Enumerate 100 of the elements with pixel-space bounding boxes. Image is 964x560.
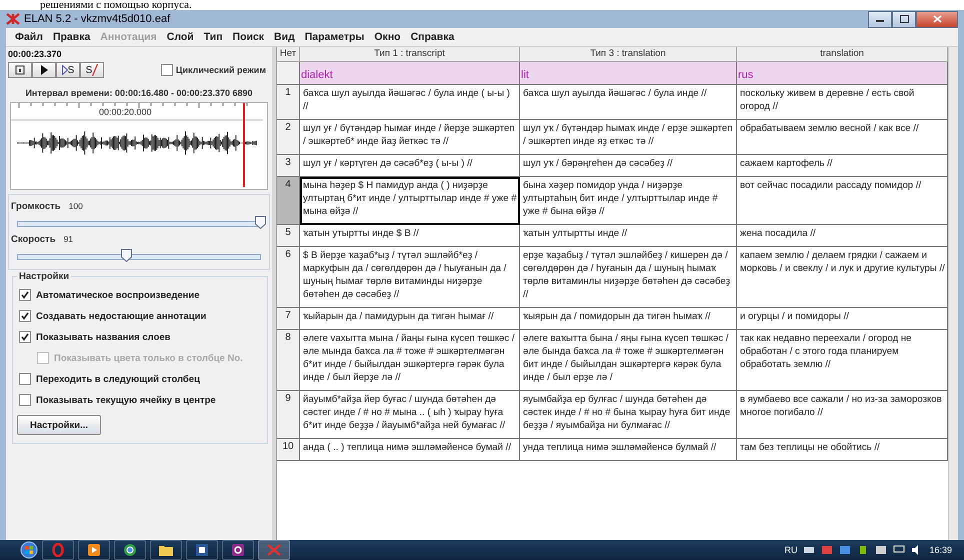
- annotation-cell[interactable]: ерҙе ҡаҙабыҙ / түтәл эшләйбеҙ / кишерен дә / сөгөлдөрөн дә / һуғанын да / шуның һымаҡ төрлө витаминлы ниҙәрҙе бөтәһен дә сәсәбеҙ //: [520, 247, 737, 308]
- tier-name-cell: lit: [520, 62, 737, 85]
- annotation-cell[interactable]: ҡыйарын да / памидурын да тигән һымағ //: [300, 308, 520, 330]
- clear-selection-button[interactable]: S: [80, 62, 104, 78]
- annotation-cell[interactable]: баҡса шул ауылда йәшәгәс / була инде ( ы-ы ) //: [300, 85, 520, 120]
- minimize-button[interactable]: [868, 10, 892, 28]
- corner-cell: [277, 62, 300, 85]
- column-header[interactable]: Тип 3 : translation: [520, 47, 737, 62]
- start-orb-icon[interactable]: [20, 541, 38, 559]
- checkbox[interactable]: [19, 310, 31, 322]
- annotation-cell[interactable]: ҡыярын да / помидорын да тигән һымаҡ //: [520, 308, 737, 330]
- play-button[interactable]: [32, 62, 56, 78]
- column-header[interactable]: Тип 1 : transcript: [300, 47, 520, 62]
- annotation-cell[interactable]: сажаем картофель //: [737, 155, 948, 177]
- close-icon: [932, 15, 942, 23]
- frame-icon: [14, 65, 26, 75]
- slider-thumb[interactable]: [255, 216, 266, 229]
- annotation-cell[interactable]: $ В йерҙе ҡаҙаб*ыҙ / түтәл эшләйб*еҙ / маркуфын да / сөгөлдөрөн дә / һыуғанын да / шуның һымағ төрлө витаминды ниҙәрҙе бөтәһен дә сәсәбеҙ //: [300, 247, 520, 308]
- ruler-time-label: 00:00:20.000: [99, 107, 152, 117]
- slider-value: 91: [64, 234, 74, 244]
- monitor-icon[interactable]: [893, 545, 906, 555]
- menu-item[interactable]: Слой: [162, 31, 199, 43]
- tray-app-icon[interactable]: [839, 545, 852, 555]
- language-indicator[interactable]: RU: [784, 545, 798, 555]
- row-number[interactable]: 9: [277, 391, 300, 439]
- row-number[interactable]: 8: [277, 330, 300, 391]
- annotation-cell[interactable]: шул уҡ / бүтәндәр һымаҡ инде / ерҙе эшкәртеп / эшкәртеп инде яҙ еткәс тә //: [520, 120, 737, 155]
- menu-item[interactable]: Тип: [198, 31, 228, 43]
- taskbar-app-icon[interactable]: [114, 540, 146, 560]
- annotation-cell[interactable]: ҡатын ултыртты инде //: [520, 225, 737, 247]
- menu-item[interactable]: Справка: [406, 31, 460, 43]
- checkbox[interactable]: [19, 289, 31, 301]
- annotation-cell[interactable]: баҡса шул ауылда йәшәгәс / була инде //: [520, 85, 737, 120]
- menu-item[interactable]: Поиск: [228, 31, 270, 43]
- annotation-cell[interactable]: там без теплицы не обойтись //: [737, 439, 948, 461]
- scrollbar[interactable]: [948, 47, 958, 540]
- option-label: Переходить в следующий столбец: [36, 374, 200, 384]
- annotation-cell[interactable]: йауымб*айҙа йер буғас / шунда бөтәһен дә сәстег инде / # но # мына .. ( ыһ ) ҡырау һуға б*ит инде беҙҙә / йауымб*айҙа ней бумағас //: [300, 391, 520, 439]
- row-number[interactable]: 3: [277, 155, 300, 177]
- annotation-cell[interactable]: ҡатын утыртты инде $ В //: [300, 225, 520, 247]
- column-header[interactable]: translation: [737, 47, 948, 62]
- checkbox[interactable]: [19, 331, 31, 343]
- row-number[interactable]: 7: [277, 308, 300, 330]
- menu-item[interactable]: Окно: [369, 31, 406, 43]
- checkbox[interactable]: [160, 64, 173, 76]
- menu-item[interactable]: Правка: [48, 31, 96, 43]
- slider-value: 100: [68, 201, 83, 211]
- slash-icon: [92, 64, 98, 76]
- play-icon: [40, 65, 48, 75]
- current-time: 00:00:23.370: [8, 49, 63, 61]
- annotation-cell[interactable]: шул уҡ / бәрәңгеһен дә сәсәбеҙ //: [520, 155, 737, 177]
- annotation-cell[interactable]: әлеге ваҡытта бына / яңы ғына күсеп төшкәс / әле бында баҡса ла # тоже # эшкәртелмәгән бит инде / быйылдан эшкәртергә кәрәк була инде / был ерҙе лә /: [520, 330, 737, 391]
- annotation-cell[interactable]: әлеге vахытта мына / йаңы ғына күсеп төшкәс / әле мында баҡса ла # тоже # эшкәртелмәгән б*ит инде / быйылдан эшкәртергә гәрәк була инде / был йерҙе лә //: [300, 330, 520, 391]
- row-number[interactable]: 5: [277, 225, 300, 247]
- window-title: ELAN 5.2 - vkzmv4t5d010.eaf: [24, 13, 170, 25]
- annotation-cell[interactable]: унда теплица нимә эшләмәйенсә булмай //: [520, 439, 737, 461]
- annotation-cell[interactable]: шул уғ / бүтәндәр һымағ инде / йерҙе эшкәртеп / эшкәртеб* инде йаҙ йеткәс тә //: [300, 120, 520, 155]
- settings-button[interactable]: Настройки...: [17, 415, 102, 435]
- row-number[interactable]: 1: [277, 85, 300, 120]
- annotation-cell[interactable]: анда ( .. ) теплица нимә эшләмәйенсә бумай //: [300, 439, 520, 461]
- group-title: Настройки: [17, 271, 72, 282]
- option-label: Показывать цвета только в столбце No.: [54, 352, 243, 364]
- menu-item[interactable]: Параметры: [300, 31, 370, 43]
- row-number[interactable]: 6: [277, 247, 300, 308]
- annotation-cell[interactable]: яуымбайҙа ер булғас / шунда бөтәһен дә сәстек инде / # но # бына ҡырау һуға бит инде беҙҙә / яуымбайҙа ни булмағас //: [520, 391, 737, 439]
- loop-mode-label: Циклический режим: [176, 65, 266, 75]
- annotation-cell[interactable]: шул уғ / кәртүген дә сәсәб*еҙ ( ы-ы ) //: [300, 155, 520, 177]
- checkbox[interactable]: [19, 394, 31, 406]
- annotation-cell[interactable]: мына һәҙер $ Н памидур анда ( ) ниҙәрҙе ултыртаң б*ит инде / ултырттылар инде # уже # мына өйҙә //: [300, 177, 520, 225]
- taskbar-folder-icon[interactable]: [150, 540, 182, 560]
- slider-thumb[interactable]: [120, 249, 132, 262]
- annotation-cell[interactable]: и огурцы / и помидоры //: [737, 308, 948, 330]
- play-selection-button[interactable]: S: [56, 62, 80, 78]
- tray-app-icon[interactable]: [875, 545, 888, 555]
- tier-name-cell: rus: [737, 62, 948, 85]
- row-number[interactable]: 2: [277, 120, 300, 155]
- maximize-button[interactable]: [892, 10, 916, 28]
- slider-label: Громкость: [11, 201, 61, 212]
- app-logo-icon: [6, 13, 20, 25]
- maximize-icon: [900, 15, 908, 23]
- taskbar-app-icon[interactable]: [186, 540, 218, 560]
- menu-item[interactable]: Вид: [269, 31, 300, 43]
- column-header[interactable]: Нет: [277, 47, 300, 62]
- slider-label: Скорость: [11, 234, 56, 245]
- selection-interval: Интервал времени: 00:00:16.480 - 00:00:23.370 6890: [24, 87, 254, 100]
- tier-name-cell: dialekt: [300, 62, 520, 85]
- document-text: решениями с помощью корпуса.: [40, 0, 192, 10]
- checkbox[interactable]: [19, 373, 31, 385]
- selection-mode-button[interactable]: [8, 62, 32, 78]
- annotation-cell[interactable]: бына хәҙер помидор унда / ниҙәрҙе ултыртаһың бит инде / ултырттылар инде # уже # бына өйҙә //: [520, 177, 737, 225]
- clock[interactable]: 16:39: [929, 545, 952, 555]
- annotation-cell[interactable]: жена посадила //: [737, 225, 948, 247]
- taskbar-app-icon[interactable]: [78, 540, 110, 560]
- option-label: Показывать названия слоев: [36, 332, 170, 342]
- row-number[interactable]: 10: [277, 439, 300, 461]
- menu-item[interactable]: Файл: [10, 31, 48, 43]
- taskbar-app-icon[interactable]: [222, 540, 254, 560]
- play-outline-icon: [62, 65, 68, 75]
- row-number[interactable]: 4: [277, 177, 300, 225]
- close-button[interactable]: [916, 10, 958, 28]
